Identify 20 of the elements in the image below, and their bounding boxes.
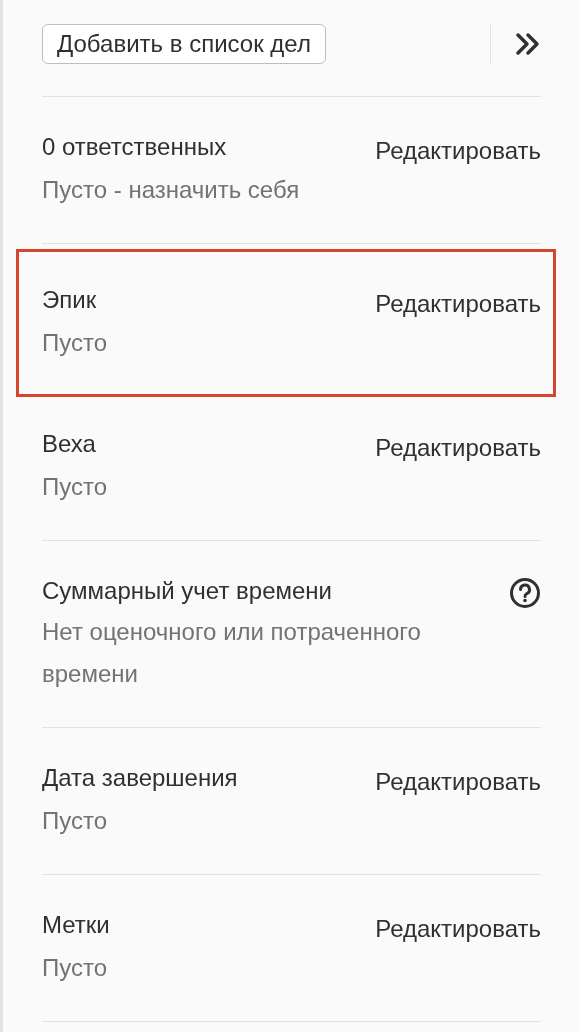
edit-link[interactable]: Редактировать <box>375 135 541 167</box>
section-value: Нет оценочного или потраченного времени <box>42 617 422 689</box>
add-to-todo-button[interactable]: Добавить в список дел <box>42 24 326 64</box>
collapse-chevrons-icon[interactable] <box>515 32 541 56</box>
edit-link[interactable]: Редактировать <box>375 913 541 945</box>
edit-link[interactable]: Редактировать <box>375 432 541 464</box>
section-title: Дата завершения <box>42 763 238 793</box>
edit-link[interactable]: Редактировать <box>375 766 541 798</box>
section-value: Пусто <box>42 328 109 358</box>
section-value: Пусто <box>42 806 109 836</box>
section-value: Пусто <box>42 472 109 502</box>
section-title: Эпик <box>42 285 97 315</box>
section-title: Веха <box>42 429 96 459</box>
section-title: Суммарный учет времени <box>42 576 332 606</box>
edit-link[interactable]: Редактировать <box>375 288 541 320</box>
section-value: Пусто - назначить себя <box>42 175 301 205</box>
help-icon[interactable] <box>509 577 541 609</box>
section-title: 0 ответственных <box>42 132 227 162</box>
section-value: Пусто <box>42 953 109 983</box>
section-title: Метки <box>42 910 110 940</box>
